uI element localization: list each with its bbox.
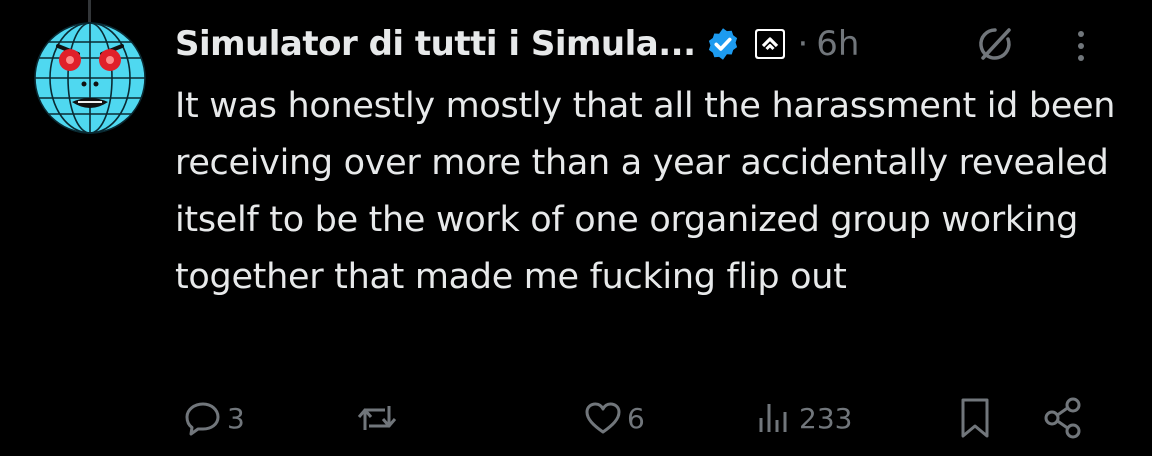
share-icon [1041,396,1085,440]
grok-icon[interactable] [975,24,1015,64]
post-header: Simulator di tutti i Simula... · 6h [175,18,1122,70]
views-button[interactable]: 233 [755,392,852,444]
view-count: 233 [799,401,853,435]
like-button[interactable]: 6 [583,392,645,444]
reply-count: 3 [227,401,245,435]
verified-badge-icon [705,26,741,62]
views-icon [755,398,795,438]
avatar-globe-image [34,22,146,134]
repost-icon [355,398,399,438]
thread-connector-line [88,0,91,22]
post-actions-bar: 3 6 233 [175,392,1095,444]
post-timestamp[interactable]: 6h [816,24,859,64]
reply-icon [183,398,223,438]
more-vertical-icon[interactable] [1071,24,1091,68]
reply-button[interactable]: 3 [183,392,245,444]
like-count: 6 [627,401,645,435]
avatar[interactable] [34,22,146,134]
share-button[interactable] [1041,392,1085,444]
header-separator: · [797,24,809,64]
bookmark-button[interactable] [955,392,995,444]
bookmark-icon [955,396,995,440]
repost-button[interactable] [355,392,399,444]
heart-icon [583,398,623,438]
affiliate-badge-icon[interactable] [753,27,787,61]
author-display-name[interactable]: Simulator di tutti i Simula... [175,24,696,64]
post-text: It was honestly mostly that all the hara… [175,86,1116,297]
